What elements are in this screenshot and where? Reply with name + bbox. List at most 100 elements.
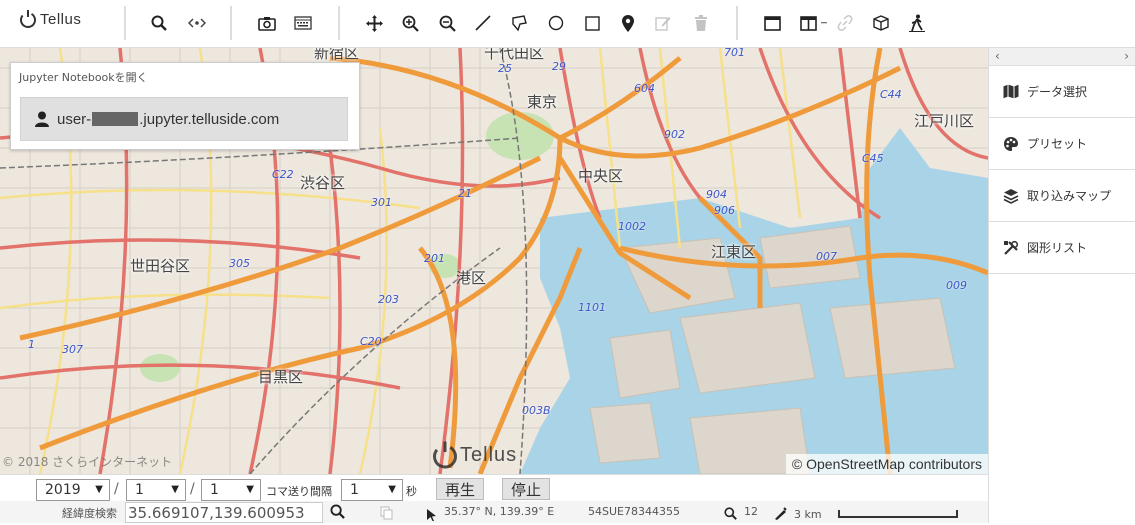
split-pane-icon[interactable] — [797, 12, 819, 34]
map-copyright: © 2018 さくらインターネット — [2, 455, 173, 469]
zoom-out-icon[interactable] — [436, 12, 458, 34]
coord-search-icon[interactable] — [330, 504, 345, 523]
mgrs-code: 54SUE78344355 — [588, 505, 680, 518]
dropdown-caret-icon: ▼ — [95, 484, 103, 495]
line-icon[interactable] — [472, 12, 494, 34]
month-select[interactable]: 1 ▼ — [126, 479, 186, 501]
coord-search-label: 経緯度検索 — [62, 507, 117, 520]
zoom-level: 12 — [744, 505, 758, 518]
jupyter-notebook-link[interactable]: user- .jupyter.telluside.com — [20, 97, 348, 141]
route-label: 21 — [458, 187, 472, 200]
place-label: 新宿区 — [314, 48, 360, 62]
marker-icon[interactable] — [617, 12, 639, 34]
toolbar-divider — [338, 6, 340, 40]
year-value: 2019 — [45, 482, 81, 498]
day-select[interactable]: 1 ▼ — [201, 479, 261, 501]
sidebar-item-preset[interactable]: プリセット — [989, 118, 1135, 170]
route-label: 007 — [816, 250, 837, 263]
map-icon — [1003, 84, 1019, 99]
sidebar-collapse-bar[interactable]: ‹ › — [989, 48, 1135, 66]
split-dropdown-icon[interactable] — [820, 12, 828, 34]
place-label: 港区 — [456, 269, 487, 287]
tellus-logo: Tellus — [18, 9, 81, 29]
layers-icon — [1003, 188, 1019, 204]
toolbar: Tellus — [0, 0, 1135, 48]
logo-text: Tellus — [40, 10, 82, 28]
route-label: 003B — [522, 404, 551, 417]
sidebar-item-label: 取り込みマップ — [1027, 189, 1112, 203]
route-label: 701 — [724, 48, 745, 59]
route-label: 604 — [634, 82, 655, 95]
place-label: 江戸川区 — [914, 112, 975, 130]
single-pane-icon[interactable] — [761, 12, 783, 34]
route-label: C22 — [272, 168, 294, 181]
zoom-in-icon[interactable] — [399, 12, 421, 34]
tellus-watermark: Tellus — [430, 440, 517, 470]
cursor-latlon: 35.37° N, 139.39° E — [444, 505, 555, 518]
place-label: 東京 — [527, 93, 558, 111]
seconds-label: 秒 — [406, 485, 417, 498]
frame-interval-label: コマ送り間隔 — [266, 485, 332, 498]
copy-icon[interactable] — [380, 505, 394, 524]
route-label: C45 — [862, 152, 884, 165]
collapse-left-icon[interactable]: ‹ — [995, 49, 1000, 63]
day-value: 1 — [210, 482, 219, 498]
tellus-watermark-icon — [433, 441, 457, 469]
sidebar-item-data-select[interactable]: データ選択 — [989, 66, 1135, 118]
dropdown-caret-icon: ▼ — [171, 484, 179, 495]
place-label: 千代田区 — [484, 48, 545, 62]
playback-bar: 2019 ▼ / 1 ▼ / 1 ▼ コマ送り間隔 1 ▼ 秒 再生 停止 — [0, 474, 988, 501]
sidebar-item-label: 図形リスト — [1027, 241, 1088, 255]
map-attribution[interactable]: © OpenStreetMap contributors — [785, 454, 988, 474]
trash-icon[interactable] — [690, 12, 712, 34]
cursor-icon — [427, 506, 436, 525]
place-label: 世田谷区 — [130, 257, 191, 275]
interval-select[interactable]: 1 ▼ — [341, 479, 403, 501]
route-label: 305 — [229, 257, 250, 270]
redacted-username — [92, 112, 139, 126]
route-label: 009 — [946, 279, 967, 292]
edit-icon[interactable] — [652, 12, 674, 34]
route-label: 902 — [664, 128, 685, 141]
play-button[interactable]: 再生 — [436, 478, 484, 500]
move-icon[interactable] — [363, 12, 385, 34]
place-label: 江東区 — [711, 243, 757, 261]
sidebar-item-imported-maps[interactable]: 取り込みマップ — [989, 170, 1135, 222]
interval-value: 1 — [350, 482, 359, 498]
route-label: 1101 — [578, 301, 606, 314]
link-icon[interactable] — [834, 12, 856, 34]
jupyter-host: user- .jupyter.telluside.com — [57, 111, 279, 128]
circle-icon[interactable] — [545, 12, 567, 34]
user-prefix: user- — [57, 110, 92, 128]
status-bar: 経緯度検索 35.669107,139.600953 35.37° N, 139… — [0, 501, 988, 523]
route-label: 29 — [552, 60, 566, 73]
collapse-right-icon[interactable]: › — [1124, 49, 1129, 63]
camera-icon[interactable] — [256, 12, 278, 34]
route-label: 906 — [714, 204, 735, 217]
toolbar-divider — [736, 6, 738, 40]
jupyter-notebook-panel: Jupyter Notebookを開く user- .jupyter.tellus… — [10, 62, 360, 150]
route-label: 1 — [28, 338, 35, 351]
code-icon[interactable] — [186, 12, 208, 34]
square-icon[interactable] — [581, 12, 603, 34]
scale-label: 3 km — [794, 508, 822, 521]
date-separator: / — [190, 481, 195, 497]
sidebar-item-shape-list[interactable]: 図形リスト — [989, 222, 1135, 274]
route-label: 1002 — [618, 220, 646, 233]
stop-button[interactable]: 停止 — [502, 478, 550, 500]
coord-search-input[interactable]: 35.669107,139.600953 — [125, 502, 323, 523]
route-label: 25 — [498, 62, 512, 75]
walk-icon[interactable] — [906, 12, 928, 34]
dropdown-caret-icon: ▼ — [388, 484, 396, 495]
route-label: C20 — [360, 335, 382, 348]
dropdown-caret-icon: ▼ — [246, 484, 254, 495]
keyboard-icon[interactable] — [292, 12, 314, 34]
place-label: 中央区 — [578, 167, 624, 185]
cube-icon[interactable] — [870, 12, 892, 34]
toolbar-divider — [124, 6, 126, 40]
polygon-icon[interactable] — [508, 12, 530, 34]
search-icon[interactable] — [148, 12, 170, 34]
user-icon — [35, 111, 49, 127]
zoom-level-icon — [724, 505, 737, 524]
year-select[interactable]: 2019 ▼ — [36, 479, 110, 501]
